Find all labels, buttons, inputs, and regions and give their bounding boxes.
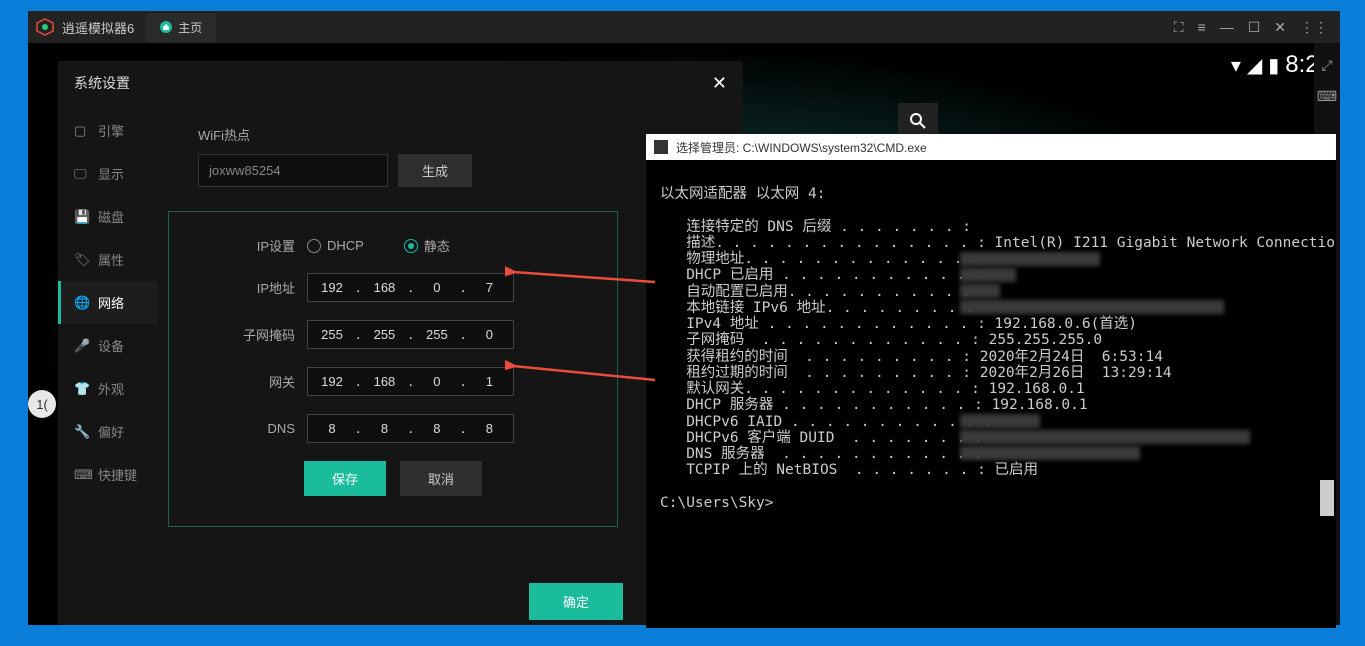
gateway-label: 网关 [219, 372, 295, 391]
minimize-icon[interactable]: — [1220, 19, 1234, 36]
cmd-line: DHCP 已启用 . . . . . . . . . . . : [660, 267, 983, 283]
cmd-titlebar[interactable]: 选择管理员: C:\WINDOWS\system32\CMD.exe [646, 134, 1336, 160]
sidebar-item-props[interactable]: 🏷属性 [58, 238, 158, 281]
sidebar-item-device[interactable]: 🎤设备 [58, 324, 158, 367]
wifi-generate-button[interactable]: 生成 [398, 154, 472, 187]
cmd-line: DHCP 服务器 . . . . . . . . . . . : 192.168… [660, 397, 1088, 413]
cmd-window: 选择管理员: C:\WINDOWS\system32\CMD.exe 以太网适配… [646, 134, 1336, 628]
cmd-line: 物理地址. . . . . . . . . . . . . : [660, 251, 980, 267]
cmd-line: IPv4 地址 . . . . . . . . . . . . : 192.16… [660, 316, 1137, 332]
redacted-block [960, 284, 1000, 298]
settings-dialog: 系统设置 ✕ ▢引擎 🖵显示 💾磁盘 🏷属性 🌐网络 🎤设备 👕外观 🔧偏好 ⌨… [58, 61, 743, 625]
mask-input[interactable]: . . . [307, 320, 514, 349]
emulator-titlebar: 逍遥模拟器6 主页 ⛶ ≡ — ☐ ✕ ⋮⋮ [28, 11, 1340, 43]
emulator-tab-home[interactable]: 主页 [146, 13, 216, 42]
more-icon[interactable]: ⋮⋮ [1300, 19, 1328, 36]
redacted-block [960, 430, 1250, 444]
emulator-logo-icon [36, 18, 54, 36]
props-icon: 🏷 [74, 252, 88, 268]
settings-title: 系统设置 [74, 73, 130, 93]
cmd-line: 连接特定的 DNS 后缀 . . . . . . . : [660, 219, 971, 235]
radio-icon [307, 239, 321, 253]
sidebar-item-shortcut[interactable]: ⌨快捷键 [58, 453, 158, 496]
left-counter-bubble: 1( [28, 390, 56, 418]
settings-ok-button[interactable]: 确定 [529, 583, 623, 620]
wifi-icon: ▾ [1231, 53, 1241, 78]
radio-static[interactable]: 静态 [404, 236, 450, 255]
home-icon [160, 21, 172, 33]
close-icon[interactable]: ✕ [1274, 19, 1286, 36]
cmd-line: 子网掩码 . . . . . . . . . . . . : 255.255.2… [660, 332, 1102, 348]
redacted-block [960, 414, 1040, 428]
cmd-line: DHCPv6 客户端 DUID . . . . . . . : [660, 430, 983, 446]
gateway-input[interactable]: . . . [307, 367, 514, 396]
cmd-line: TCPIP 上的 NetBIOS . . . . . . . : 已启用 [660, 462, 1038, 478]
sidebar-item-display[interactable]: 🖵显示 [58, 152, 158, 195]
cmd-title: 选择管理员: C:\WINDOWS\system32\CMD.exe [676, 139, 927, 156]
settings-footer: 确定 取消 [58, 573, 743, 625]
ip-save-button[interactable]: 保存 [304, 461, 386, 496]
cmd-adapter-header: 以太网适配器 以太网 4: [660, 186, 825, 202]
wifi-name-input[interactable] [198, 154, 388, 187]
cmd-line: 租约过期的时间 . . . . . . . . . : 2020年2月26日 1… [660, 365, 1172, 381]
cmd-line: DHCPv6 IAID . . . . . . . . . . . : [660, 414, 992, 430]
cmd-prompt: C:\Users\Sky> [660, 495, 774, 511]
cmd-line: 获得租约的时间 . . . . . . . . . : 2020年2月24日 6… [660, 349, 1163, 365]
ip-cancel-button[interactable]: 取消 [400, 461, 482, 496]
cmd-line: 描述. . . . . . . . . . . . . . . : Intel(… [660, 235, 1336, 251]
cmd-body[interactable]: 以太网适配器 以太网 4: 连接特定的 DNS 后缀 . . . . . . .… [646, 160, 1336, 628]
display-icon: 🖵 [74, 166, 88, 182]
keyboard-icon[interactable]: ⌨ [1317, 88, 1337, 105]
cmd-line: 默认网关. . . . . . . . . . . . . : 192.168.… [660, 381, 1085, 397]
network-icon: 🌐 [74, 295, 88, 311]
settings-close-button[interactable]: ✕ [712, 73, 727, 94]
dns-label: DNS [219, 421, 295, 436]
wifi-label: WiFi热点 [198, 125, 703, 144]
ip-octet-1[interactable] [308, 274, 356, 301]
battery-icon: ▮ [1268, 53, 1279, 78]
expand-icon[interactable]: ⤢ [1321, 57, 1332, 74]
cmd-line: 自动配置已启用. . . . . . . . . . : [660, 284, 971, 300]
settings-header: 系统设置 ✕ [58, 61, 743, 105]
shortcut-icon: ⌨ [74, 467, 88, 483]
sidebar-item-prefs[interactable]: 🔧偏好 [58, 410, 158, 453]
redacted-block [960, 446, 1140, 460]
disk-icon: 💾 [74, 209, 88, 225]
ip-address-input[interactable]: . . . [307, 273, 514, 302]
sidebar-item-engine[interactable]: ▢引擎 [58, 109, 158, 152]
fullscreen-icon[interactable]: ⛶ [1174, 19, 1184, 36]
cmd-icon [654, 140, 668, 154]
radio-dhcp[interactable]: DHCP [307, 236, 364, 255]
window-controls: ⛶ ≡ — ☐ ✕ ⋮⋮ [1174, 19, 1340, 36]
mask-label: 子网掩码 [219, 325, 295, 344]
cmd-line: DNS 服务器 . . . . . . . . . . . : [660, 446, 983, 462]
ip-config-panel: IP设置 DHCP 静态 IP地址 . . . [168, 211, 618, 527]
sidebar-item-network[interactable]: 🌐网络 [58, 281, 158, 324]
settings-sidebar: ▢引擎 🖵显示 💾磁盘 🏷属性 🌐网络 🎤设备 👕外观 🔧偏好 ⌨快捷键 [58, 105, 158, 573]
radio-checked-icon [404, 239, 418, 253]
redacted-block [960, 300, 1224, 314]
engine-icon: ▢ [74, 123, 88, 139]
sidebar-item-appearance[interactable]: 👕外观 [58, 367, 158, 410]
ip-octet-4[interactable] [465, 274, 513, 301]
sidebar-item-disk[interactable]: 💾磁盘 [58, 195, 158, 238]
ip-config-label: IP设置 [219, 236, 295, 255]
ip-address-label: IP地址 [219, 278, 295, 297]
search-icon [909, 112, 927, 130]
tab-label: 主页 [178, 19, 202, 36]
redacted-block [960, 252, 1100, 266]
signal-icon: ◢ [1247, 53, 1262, 78]
maximize-icon[interactable]: ☐ [1248, 19, 1261, 36]
ip-octet-3[interactable] [413, 274, 461, 301]
appearance-icon: 👕 [74, 381, 88, 397]
redacted-block [960, 268, 1016, 282]
cmd-line: 本地链接 IPv6 地址. . . . . . . . : [660, 300, 974, 316]
ip-octet-2[interactable] [360, 274, 408, 301]
emulator-title: 逍遥模拟器6 [62, 18, 134, 37]
device-icon: 🎤 [74, 338, 88, 354]
prefs-icon: 🔧 [74, 424, 88, 440]
menu-icon[interactable]: ≡ [1198, 19, 1206, 36]
dns-input[interactable]: . . . [307, 414, 514, 443]
cmd-scrollbar[interactable] [1320, 480, 1334, 516]
